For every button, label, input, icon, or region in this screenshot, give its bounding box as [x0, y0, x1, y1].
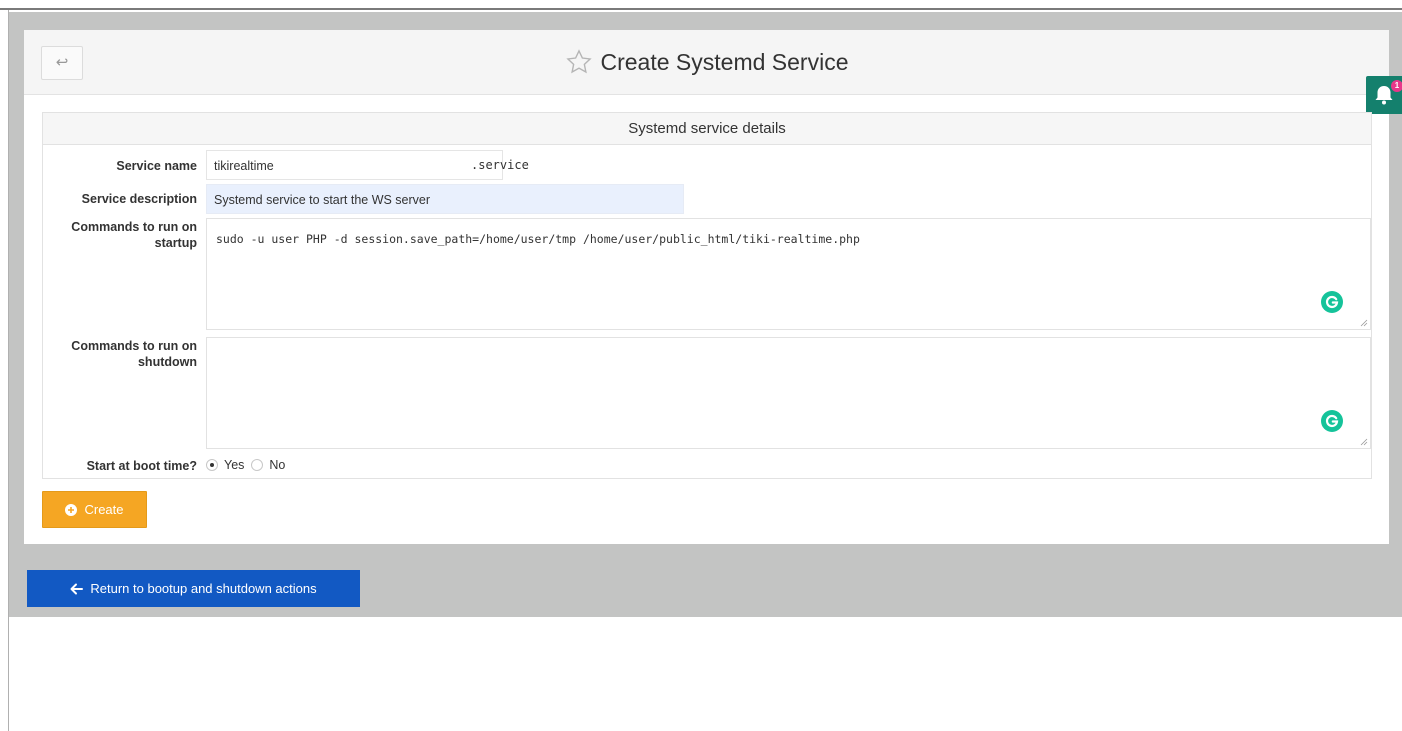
star-outline-icon[interactable]: [565, 48, 593, 76]
resize-handle-icon[interactable]: [1360, 438, 1368, 446]
panel-header: ↩ Create Systemd Service: [24, 30, 1389, 95]
fieldset-legend: Systemd service details: [43, 113, 1371, 145]
service-suffix: .service: [471, 158, 529, 172]
startup-label-line2: startup: [154, 236, 197, 250]
plus-circle-icon: [65, 503, 78, 516]
grammarly-icon[interactable]: [1321, 410, 1343, 432]
service-details-fieldset: Systemd service details Service name tik…: [42, 112, 1372, 479]
return-button[interactable]: Return to bootup and shutdown actions: [27, 570, 360, 607]
grammarly-icon[interactable]: [1321, 291, 1343, 313]
startup-label-line1: Commands to run on: [71, 220, 197, 234]
resize-handle-icon[interactable]: [1360, 319, 1368, 327]
shutdown-label-line2: shutdown: [137, 355, 197, 369]
boot-no-label[interactable]: No: [269, 458, 285, 472]
boot-time-label: Start at boot time?: [86, 459, 197, 473]
boot-no-radio[interactable]: [251, 459, 264, 471]
create-button-label: Create: [84, 502, 124, 517]
return-button-label: Return to bootup and shutdown actions: [90, 581, 317, 596]
startup-commands-label: Commands to run on startup: [71, 219, 197, 251]
startup-commands-textarea[interactable]: sudo -u user PHP -d session.save_path=/h…: [206, 218, 1371, 330]
boot-time-options: Yes No: [206, 458, 285, 472]
window-top-border: [0, 0, 1402, 10]
arrow-left-icon: [70, 583, 84, 595]
shutdown-commands-label: Commands to run on shutdown: [71, 338, 197, 370]
boot-yes-radio[interactable]: [206, 459, 218, 471]
startup-commands-text: sudo -u user PHP -d session.save_path=/h…: [216, 232, 860, 246]
service-name-input[interactable]: tikirealtime: [206, 150, 503, 180]
page-title: Create Systemd Service: [600, 49, 849, 75]
create-button[interactable]: Create: [42, 491, 147, 528]
shutdown-commands-textarea[interactable]: [206, 337, 1371, 449]
notification-badge: 1: [1391, 80, 1402, 92]
service-description-label: Service description: [81, 192, 197, 206]
service-description-input[interactable]: Systemd service to start the WS server: [206, 184, 684, 214]
shutdown-label-line1: Commands to run on: [71, 339, 197, 353]
title-wrap: Create Systemd Service: [24, 30, 1389, 95]
service-name-label: Service name: [116, 159, 197, 173]
boot-yes-label[interactable]: Yes: [224, 458, 244, 472]
